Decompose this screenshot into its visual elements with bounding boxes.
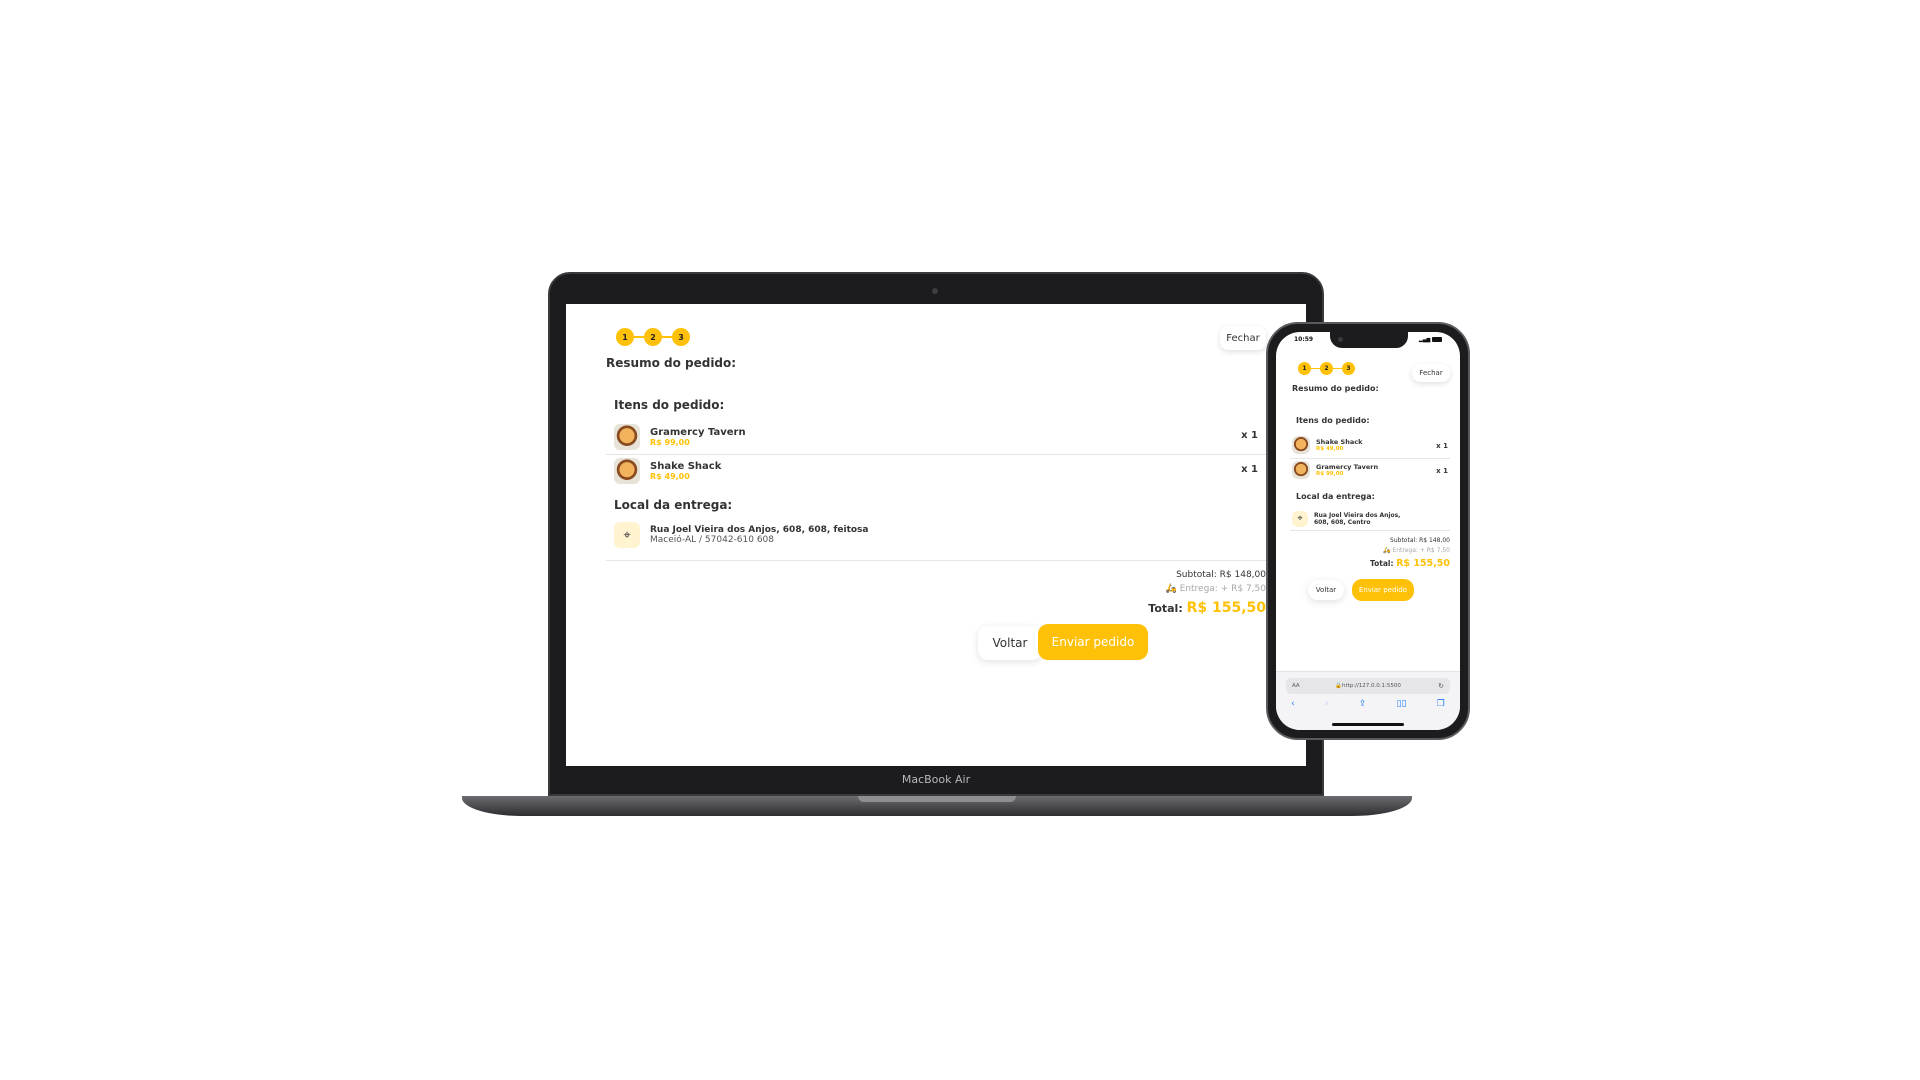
address-row: ⌖ Rua Joel Vieira dos Anjos, 608, 608, C… (1292, 508, 1400, 530)
phone-camera (1338, 337, 1343, 342)
send-order-button[interactable]: Enviar pedido (1038, 624, 1148, 660)
item-price: R$ 49,00 (1316, 446, 1344, 452)
back-icon[interactable]: ‹ (1291, 699, 1295, 709)
address-bar[interactable]: AA 🔒http://127.0.0.1:5500 ↻ (1286, 678, 1450, 694)
summary-title: Resumo do pedido: (606, 356, 737, 370)
delivery-bike-icon: 🛵 (1383, 547, 1393, 554)
summary-title: Resumo do pedido: (1292, 384, 1379, 393)
signal-icon: ▂▄▆ (1418, 337, 1431, 343)
divider (606, 560, 1266, 561)
address-line-1: Rua Joel Vieira dos Anjos, (1314, 512, 1401, 519)
laptop-base (462, 796, 1412, 816)
send-order-button[interactable]: Enviar pedido (1352, 579, 1414, 601)
item-quantity: x 1 (1241, 464, 1258, 475)
step-connector (662, 336, 672, 338)
step-2: 2 (1320, 362, 1333, 375)
close-button[interactable]: Fechar (1412, 364, 1450, 382)
delivery-fee-text: Entrega: + R$ 7,50 (1392, 547, 1450, 554)
address-line-1: Rua Joel Vieira dos Anjos, 608, 608, fei… (650, 525, 869, 535)
divider (606, 454, 1266, 455)
divider (1290, 458, 1450, 459)
step-3: 3 (672, 328, 690, 346)
total-amount: R$ 155,50 (1396, 558, 1450, 569)
items-title: Itens do pedido: (1296, 416, 1370, 425)
total: Total: R$ 155,50 (1370, 558, 1450, 569)
item-quantity: x 1 (1436, 467, 1448, 475)
delivery-fee: 🛵 Entrega: + R$ 7,50 (1166, 584, 1266, 594)
total-label: Total: (1369, 559, 1394, 568)
burger-thumbnail (614, 424, 640, 450)
laptop-camera (932, 288, 938, 294)
url-display: 🔒http://127.0.0.1:5500 (1286, 683, 1450, 689)
address-row: ⌖ Rua Joel Vieira dos Anjos, 608, 608, f… (614, 522, 869, 548)
stepper: 1 2 3 (616, 328, 690, 346)
list-item: Shake Shack R$ 49,00 (614, 458, 721, 484)
address-line-2: Maceió-AL / 57042-610 608 (650, 535, 775, 545)
laptop-hinge-notch (858, 796, 1016, 802)
item-quantity: x 1 (1241, 430, 1258, 441)
lock-icon: 🔒 (1335, 683, 1342, 689)
forward-icon[interactable]: › (1325, 699, 1329, 709)
item-name: Shake Shack (1316, 438, 1363, 446)
step-connector (1333, 367, 1342, 370)
list-item: Gramercy Tavern R$ 99,00 (614, 424, 746, 450)
item-name: Gramercy Tavern (650, 427, 746, 438)
delivery-title: Local da entrega: (614, 498, 733, 512)
subtotal: Subtotal: R$ 148,00 (1176, 570, 1266, 580)
step-1: 1 (616, 328, 634, 346)
close-button[interactable]: Fechar (1220, 326, 1266, 350)
delivery-title: Local da entrega: (1296, 492, 1375, 501)
subtotal: Subtotal: R$ 148,00 (1390, 537, 1450, 544)
battery-icon (1432, 337, 1442, 342)
phone-device: 10:59 ▂▄▆ 1 2 3 Fechar Resumo do pedido:… (1266, 322, 1470, 740)
browser-nav-row: ‹ › ⇪ ▯▯ ❐ (1276, 699, 1460, 709)
laptop-device: 1 2 3 Fechar Resumo do pedido: Itens do … (548, 272, 1324, 796)
address-line-2: 608, 608, Centro (1314, 519, 1371, 526)
reload-icon[interactable]: ↻ (1438, 682, 1444, 690)
text-size-button[interactable]: AA (1292, 683, 1300, 689)
list-item: Gramercy Tavern R$ 99,00 (1292, 461, 1378, 479)
item-price: R$ 99,00 (1316, 471, 1344, 477)
laptop-brand-label: MacBook Air (901, 773, 971, 786)
item-name: Shake Shack (650, 461, 722, 472)
back-button[interactable]: Voltar (1308, 580, 1344, 600)
delivery-fee-text: Entrega: + R$ 7,50 (1179, 584, 1266, 594)
back-button[interactable]: Voltar (978, 626, 1042, 660)
item-price: R$ 49,00 (650, 472, 690, 481)
step-3: 3 (1342, 362, 1355, 375)
burger-thumbnail (1292, 461, 1310, 479)
divider (1290, 530, 1450, 531)
share-icon[interactable]: ⇪ (1359, 699, 1367, 709)
total: Total: R$ 155,50 (1148, 600, 1266, 616)
status-time: 10:59 (1294, 336, 1314, 343)
bookmarks-icon[interactable]: ▯▯ (1397, 699, 1407, 709)
delivery-bike-icon: 🛵 (1165, 584, 1180, 594)
items-title: Itens do pedido: (614, 398, 725, 412)
step-1: 1 (1298, 362, 1311, 375)
status-icons: ▂▄▆ (1419, 337, 1442, 343)
tabs-icon[interactable]: ❐ (1437, 699, 1445, 709)
laptop-screen: 1 2 3 Fechar Resumo do pedido: Itens do … (566, 304, 1306, 766)
map-pin-icon: ⌖ (1292, 511, 1308, 527)
item-price: R$ 99,00 (650, 438, 690, 447)
step-connector (634, 336, 644, 338)
step-connector (1311, 367, 1320, 370)
url-text: http://127.0.0.1:5500 (1341, 683, 1401, 689)
step-2: 2 (644, 328, 662, 346)
map-pin-icon: ⌖ (614, 522, 640, 548)
delivery-fee: 🛵 Entrega: + R$ 7,50 (1383, 547, 1450, 554)
burger-thumbnail (614, 458, 640, 484)
item-name: Gramercy Tavern (1316, 463, 1379, 471)
stepper: 1 2 3 (1298, 362, 1355, 375)
list-item: Shake Shack R$ 49,00 (1292, 436, 1362, 454)
phone-notch (1330, 332, 1408, 348)
burger-thumbnail (1292, 436, 1310, 454)
browser-toolbar: AA 🔒http://127.0.0.1:5500 ↻ ‹ › ⇪ ▯▯ ❐ (1276, 671, 1460, 730)
total-amount: R$ 155,50 (1186, 600, 1266, 616)
total-label: Total: (1148, 602, 1183, 615)
item-quantity: x 1 (1436, 442, 1448, 450)
home-indicator (1332, 723, 1404, 726)
phone-screen: 10:59 ▂▄▆ 1 2 3 Fechar Resumo do pedido:… (1276, 332, 1460, 730)
